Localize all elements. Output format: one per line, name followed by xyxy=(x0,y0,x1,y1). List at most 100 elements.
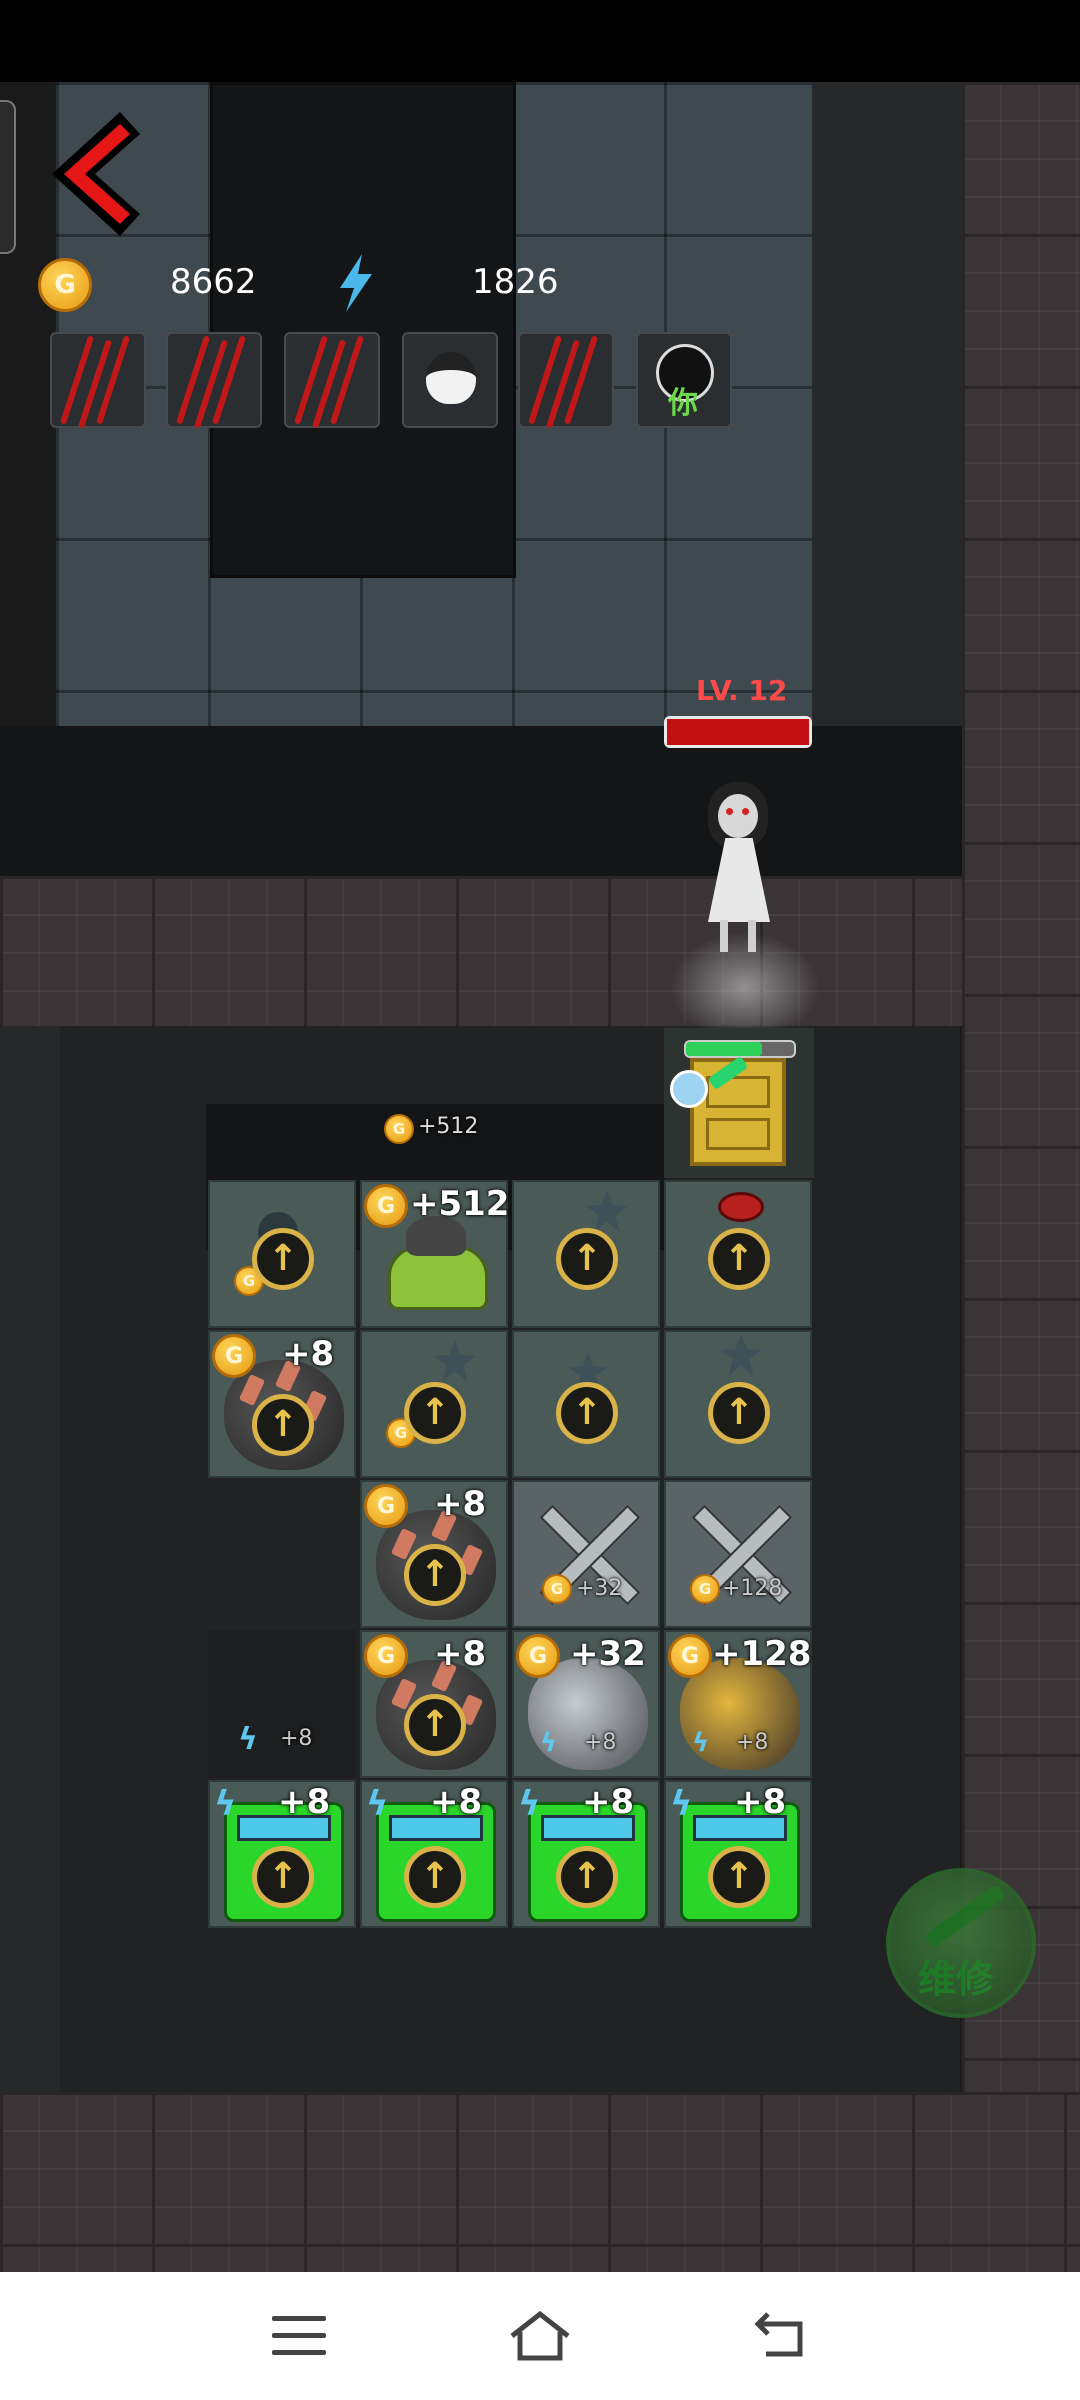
game-viewport: G 8662 1826 你 LV. 12 G +512 G ↑ G +512 ↑… xyxy=(0,82,1080,2272)
gold-counter: 8662 xyxy=(170,262,257,302)
tile-silver-ore[interactable]: G +32 ϟ +8 xyxy=(512,1630,660,1778)
upgrade-button[interactable]: ↑ xyxy=(404,1544,466,1606)
left-wall xyxy=(0,1026,60,2176)
upgrade-button[interactable]: ↑ xyxy=(556,1382,618,1444)
tile-energy-drop[interactable]: ϟ +8 xyxy=(208,1630,356,1778)
bomb-icon xyxy=(586,1190,628,1232)
upgrade-button[interactable]: ↑ xyxy=(708,1228,770,1290)
tile-bonus: +512 xyxy=(410,1184,510,1224)
enemy-eye xyxy=(742,808,749,815)
door-repair-bar xyxy=(684,1040,796,1058)
coin-icon: G xyxy=(690,1574,720,1604)
coin-icon: G xyxy=(364,1484,408,1528)
tile-small-bonus: +8 xyxy=(736,1730,769,1755)
status-slot-claw-2[interactable] xyxy=(166,332,262,429)
upgrade-button[interactable]: ↑ xyxy=(708,1382,770,1444)
coin-icon: G xyxy=(364,1184,408,1228)
tile-ore-rock[interactable]: G +8 ↑ xyxy=(360,1630,508,1778)
eye-icon xyxy=(718,1192,764,1222)
enemy-dress xyxy=(708,838,770,922)
repair-button[interactable]: 维修 xyxy=(886,1868,1036,2018)
upgrade-button[interactable]: ↑ xyxy=(708,1846,770,1908)
coin-icon: G xyxy=(516,1634,560,1678)
tile-tool-crate[interactable]: G +128 xyxy=(664,1480,812,1628)
upgrade-button[interactable]: ↑ xyxy=(404,1382,466,1444)
tile-bomb-turret[interactable]: ↑ xyxy=(512,1330,660,1478)
repair-wrench-icon xyxy=(923,1883,1007,1949)
enemy-face xyxy=(718,794,758,838)
enemy-level-label: LV. 12 xyxy=(696,674,788,707)
bomb-icon xyxy=(720,1334,762,1376)
bomb-icon xyxy=(434,1340,476,1382)
tile-ore-rock[interactable]: G +8 ↑ xyxy=(208,1330,356,1478)
energy-bolt-icon: ϟ xyxy=(692,1728,710,1758)
tile-bomb-turret[interactable]: G ↑ xyxy=(208,1180,356,1328)
back-icon[interactable] xyxy=(752,2310,812,2360)
tile-bonus: +8 xyxy=(434,1484,487,1524)
gold-coin-icon: G xyxy=(38,258,92,312)
tile-bonus: +8 xyxy=(434,1634,487,1674)
tile-bonus: +32 xyxy=(576,1576,623,1601)
dust-cloud xyxy=(670,932,820,1042)
tile-bomb-turret[interactable]: ↑ xyxy=(512,1180,660,1328)
tile-bonus: +8 xyxy=(582,1782,635,1822)
upgrade-button[interactable]: ↑ xyxy=(556,1228,618,1290)
tile-tool-crate[interactable]: G +32 xyxy=(512,1480,660,1628)
energy-bolt-icon: ϟ xyxy=(670,1784,693,1824)
upgrade-button[interactable]: ↑ xyxy=(252,1394,314,1456)
system-navigation-bar xyxy=(0,2272,1080,2400)
status-slot-claw-3[interactable] xyxy=(284,332,380,429)
upgrade-button[interactable]: ↑ xyxy=(252,1846,314,1908)
coin-icon: G xyxy=(668,1634,712,1678)
door-tile[interactable] xyxy=(664,1028,814,1178)
tile-generator[interactable]: ϟ +8 ↑ xyxy=(360,1780,508,1928)
coin-icon: G xyxy=(542,1574,572,1604)
status-slot-claw-4[interactable] xyxy=(518,332,614,429)
tile-generator[interactable]: ϟ +8 ↑ xyxy=(208,1780,356,1928)
energy-bolt-icon: ϟ xyxy=(540,1728,558,1758)
tile-ore-rock[interactable]: G +8 ↑ xyxy=(360,1480,508,1628)
tile-small-bonus: +8 xyxy=(584,1730,617,1755)
status-slot-claw-1[interactable] xyxy=(50,332,146,429)
tile-bed[interactable]: G +512 xyxy=(360,1180,510,1328)
gear-icon xyxy=(670,1070,708,1108)
status-slot-you[interactable]: 你 xyxy=(636,332,732,428)
floating-income: +512 xyxy=(418,1114,479,1139)
repair-button-label: 维修 xyxy=(918,1957,995,2001)
tile-eye-turret[interactable]: ↑ xyxy=(664,1180,812,1328)
upgrade-button[interactable]: ↑ xyxy=(252,1228,314,1290)
side-tab[interactable] xyxy=(0,100,16,254)
home-icon[interactable] xyxy=(508,2308,572,2364)
you-avatar-label: 你 xyxy=(668,386,698,421)
tile-bonus: +128 xyxy=(712,1634,812,1674)
enemy-health-fill xyxy=(667,719,809,745)
coin-icon: G xyxy=(212,1334,256,1378)
dark-corridor xyxy=(0,726,962,876)
tile-bonus: +8 xyxy=(734,1782,787,1822)
tile-bonus: +8 xyxy=(280,1726,313,1751)
energy-bolt-icon xyxy=(336,252,376,314)
middle-brick-wall xyxy=(0,876,962,1026)
tile-bomb-turret[interactable]: G ↑ xyxy=(360,1330,508,1478)
tile-bomb-turret[interactable]: ↑ xyxy=(664,1330,812,1478)
tile-gold-ore[interactable]: G +128 ϟ +8 xyxy=(664,1630,812,1778)
energy-bolt-icon: ϟ xyxy=(238,1722,258,1757)
status-slot-face[interactable] xyxy=(402,332,498,428)
enemy-eye xyxy=(726,808,733,815)
tile-generator[interactable]: ϟ +8 ↑ xyxy=(664,1780,812,1928)
upgrade-button[interactable]: ↑ xyxy=(556,1846,618,1908)
door-repair-fill xyxy=(686,1042,762,1056)
upper-room-pit xyxy=(210,82,516,578)
bottom-brick-wall xyxy=(0,2092,1080,2272)
upgrade-button[interactable]: ↑ xyxy=(404,1846,466,1908)
coin-icon: G xyxy=(364,1634,408,1678)
tile-bonus: +32 xyxy=(570,1634,646,1674)
tile-generator[interactable]: ϟ +8 ↑ xyxy=(512,1780,660,1928)
upgrade-button[interactable]: ↑ xyxy=(404,1694,466,1756)
coin-icon: G xyxy=(384,1114,414,1144)
menu-icon[interactable] xyxy=(272,2316,326,2356)
tile-bonus: +8 xyxy=(282,1334,335,1374)
tile-bonus: +8 xyxy=(278,1782,331,1822)
back-arrow-icon[interactable] xyxy=(40,102,150,242)
energy-bolt-icon: ϟ xyxy=(518,1784,541,1824)
